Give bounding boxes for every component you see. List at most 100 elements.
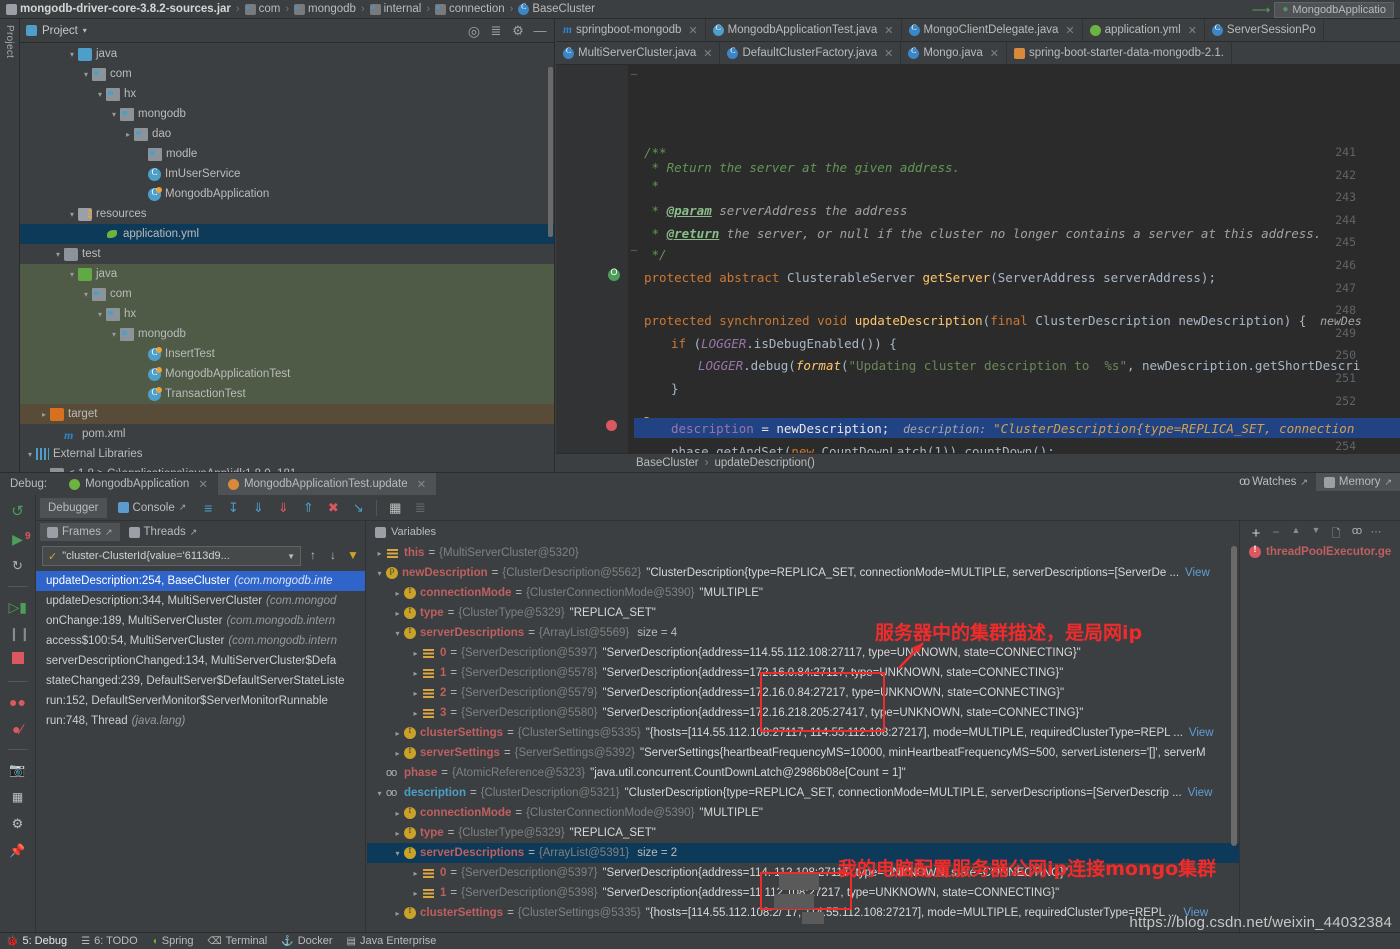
close-icon[interactable]: ✕: [198, 477, 208, 491]
editor-tab-mongodbapplicationtest-java[interactable]: MongodbApplicationTest.java✕: [706, 19, 902, 41]
chevron-down-icon[interactable]: ▾: [373, 789, 386, 798]
statusbar-5--debug[interactable]: 🐞5: Debug: [6, 935, 67, 947]
chevron-icon[interactable]: ↗: [1300, 477, 1308, 488]
variable-row-phase[interactable]: oophase={AtomicReference@5323}"java.util…: [367, 763, 1239, 783]
statusbar-java-enterprise[interactable]: ▤Java Enterprise: [347, 935, 437, 947]
chevron-down-icon[interactable]: ▾: [80, 70, 92, 79]
editor-tab-multiservercluster-java[interactable]: MultiServerCluster.java✕: [556, 42, 720, 64]
watch-row[interactable]: threadPoolExecutor.ge: [1241, 543, 1400, 558]
variable-row-newdescription[interactable]: ▾newDescription={ClusterDescription@5562…: [367, 563, 1239, 583]
drop-frame-icon[interactable]: ✖: [324, 499, 342, 517]
chevron-right-icon[interactable]: ▸: [391, 609, 404, 618]
tree-item-application-yml[interactable]: application.yml: [20, 224, 554, 244]
variable-row-serversettings[interactable]: ▸serverSettings={ServerSettings@5392}"Se…: [367, 743, 1239, 763]
tree-item-java[interactable]: ▾java: [20, 44, 554, 64]
filter-icon[interactable]: ▼: [345, 548, 361, 564]
tree-item-java[interactable]: ▾java: [20, 264, 554, 284]
tab-console[interactable]: Console ↗: [110, 498, 195, 518]
tree-item-com[interactable]: ▾com: [20, 284, 554, 304]
tree-item-imuserservice[interactable]: ImUserService: [20, 164, 554, 184]
close-icon[interactable]: ✕: [1188, 24, 1197, 37]
chevron-down-icon[interactable]: ▾: [94, 310, 106, 319]
tree-item-transactiontest[interactable]: TransactionTest: [20, 384, 554, 404]
frame-row[interactable]: serverDescriptionChanged:134, MultiServe…: [36, 651, 365, 671]
resume-with-9-icon[interactable]: ▶9: [9, 530, 27, 548]
chevron-right-icon[interactable]: ▸: [409, 889, 422, 898]
mute-breakpoints-icon[interactable]: ●∕: [9, 720, 27, 738]
force-step-into-icon[interactable]: ⇓: [274, 499, 292, 517]
breadcrumb-item-jar[interactable]: mongodb-driver-core-3.8.2-sources.jar: [6, 3, 231, 15]
chevron-right-icon[interactable]: ▸: [122, 130, 134, 139]
tree-item-mongodb[interactable]: ▾mongodb: [20, 104, 554, 124]
statusbar-terminal[interactable]: ⌫Terminal: [208, 935, 268, 947]
chevron-down-icon[interactable]: ▾: [108, 110, 120, 119]
chevron-down-icon[interactable]: ▾: [66, 210, 78, 219]
tree-item-dao[interactable]: ▸dao: [20, 124, 554, 144]
breadcrumb-item-baseCluster[interactable]: BaseCluster: [518, 3, 595, 15]
chevron-right-icon[interactable]: ▸: [391, 909, 404, 918]
chevron-right-icon[interactable]: ▸: [38, 410, 50, 419]
tab-memory[interactable]: Memory ↗: [1316, 473, 1400, 491]
variable-row-type[interactable]: ▸type={ClusterType@5329}"REPLICA_SET": [367, 823, 1239, 843]
breadcrumb-class[interactable]: BaseCluster: [636, 457, 699, 469]
variable-row-this[interactable]: ▸this={MultiServerCluster@5320}: [367, 543, 1239, 563]
tab-frames[interactable]: Frames ↗: [40, 523, 120, 541]
close-icon[interactable]: ✕: [990, 47, 999, 60]
tree-item-target[interactable]: ▸target: [20, 404, 554, 424]
frame-row[interactable]: stateChanged:239, DefaultServer$DefaultS…: [36, 671, 365, 691]
code-editor[interactable]: 2412422432442452462472482492502512522532…: [556, 65, 1400, 472]
tree-item-hx[interactable]: ▾hx: [20, 84, 554, 104]
frame-row[interactable]: onChange:189, MultiServerCluster(com.mon…: [36, 611, 365, 631]
close-icon[interactable]: ✕: [1065, 24, 1074, 37]
chevron-right-icon[interactable]: ▸: [373, 549, 386, 558]
settings-icon[interactable]: ⚙: [510, 23, 526, 39]
project-strip-label[interactable]: Project: [4, 25, 15, 58]
chevron-icon[interactable]: ↗: [105, 527, 113, 538]
more-icon[interactable]: ⋯: [1369, 525, 1383, 539]
chevron-right-icon[interactable]: ▸: [409, 689, 422, 698]
tree-item-modle[interactable]: modle: [20, 144, 554, 164]
close-icon[interactable]: ✕: [884, 24, 893, 37]
editor-tab-mongo-java[interactable]: Mongo.java✕: [901, 42, 1007, 64]
chevron-down-icon[interactable]: ▾: [94, 90, 106, 99]
chevron-down-icon[interactable]: ▾: [24, 450, 36, 459]
chevron-down-icon[interactable]: ▾: [391, 629, 404, 638]
chevron-icon[interactable]: ↗: [1384, 477, 1392, 488]
chevron-down-icon[interactable]: ▾: [373, 569, 386, 578]
step-over-icon[interactable]: ↧: [224, 499, 242, 517]
pin-icon[interactable]: 📌: [9, 842, 27, 860]
close-icon[interactable]: ✕: [703, 47, 712, 60]
chevron-right-icon[interactable]: ▸: [409, 709, 422, 718]
editor-tab-defaultclusterfactory-java[interactable]: DefaultClusterFactory.java✕: [720, 42, 901, 64]
statusbar-docker[interactable]: ⚓Docker: [281, 935, 332, 947]
layout-icon[interactable]: ▦: [9, 788, 27, 806]
tab-threads[interactable]: Threads ↗: [122, 523, 205, 541]
back-arrow-icon[interactable]: ⟶: [1252, 2, 1271, 18]
settings-icon[interactable]: ≣: [411, 499, 429, 517]
watch-icon[interactable]: oo: [1349, 525, 1363, 539]
chevron-right-icon[interactable]: ▸: [391, 809, 404, 818]
add-icon[interactable]: +: [1249, 525, 1263, 539]
hide-icon[interactable]: —: [532, 23, 548, 39]
variable-row-connectionmode[interactable]: ▸connectionMode={ClusterConnectionMode@5…: [367, 583, 1239, 603]
chevron-right-icon[interactable]: ▸: [409, 669, 422, 678]
locate-icon[interactable]: ◎: [466, 23, 482, 39]
view-link[interactable]: View: [1189, 727, 1214, 739]
up-icon[interactable]: ▲: [1289, 525, 1303, 539]
view-link[interactable]: View: [1188, 787, 1213, 799]
view-link[interactable]: View: [1185, 567, 1210, 579]
chevron-down-icon[interactable]: ▾: [391, 849, 404, 858]
chevron-down-icon[interactable]: ▾: [66, 50, 78, 59]
debug-session-tab-test[interactable]: MongodbApplicationTest.update ✕: [218, 473, 436, 496]
chevron-right-icon[interactable]: ▸: [391, 589, 404, 598]
chevron-icon[interactable]: ↗: [190, 527, 198, 538]
editor-tab-application-yml[interactable]: application.yml✕: [1083, 19, 1205, 41]
down-icon[interactable]: ▼: [1309, 525, 1323, 539]
stop-icon[interactable]: [9, 652, 27, 670]
variable-row-description[interactable]: ▾oodescription={ClusterDescription@5321}…: [367, 783, 1239, 803]
breadcrumb-method[interactable]: updateDescription(): [714, 457, 814, 469]
tree-item-com[interactable]: ▾com: [20, 64, 554, 84]
tree-item-pom-xml[interactable]: mpom.xml: [20, 424, 554, 444]
statusbar-spring[interactable]: ◖Spring: [152, 935, 194, 947]
variable-row-0[interactable]: ▸0={ServerDescription@5397}"ServerDescri…: [367, 643, 1239, 663]
